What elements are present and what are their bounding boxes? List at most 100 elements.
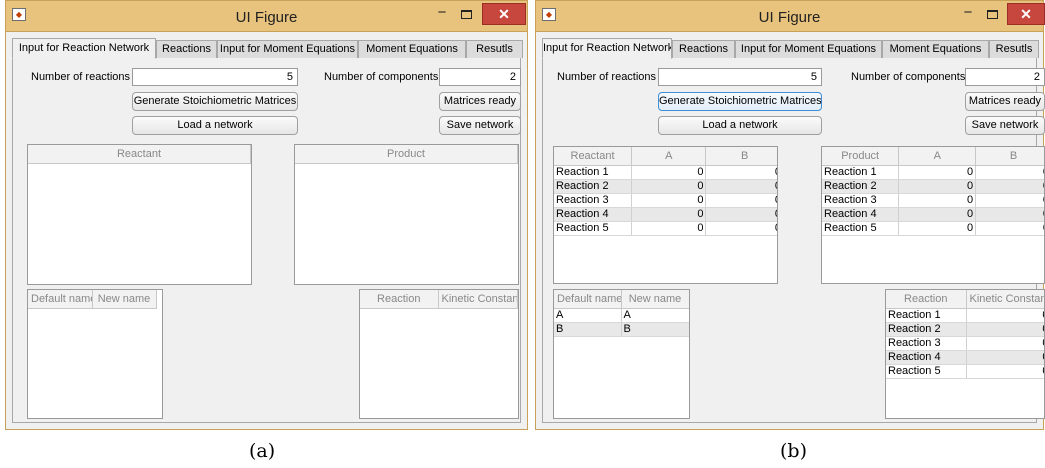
title-bar[interactable]: ◆ UI Figure − ✕ [6,1,527,32]
cell-value[interactable]: 0 [975,193,1044,208]
close-button[interactable]: ✕ [1007,3,1045,25]
cell-value[interactable]: 0 [631,207,707,222]
num-reactions-label: Number of reactions [31,71,131,83]
load-network-button[interactable]: Load a network [658,116,822,135]
cell-value[interactable]: 0 [898,165,977,180]
tab-panel: Number of reactions 5 Number of componen… [542,58,1045,423]
kinetic-constant-cell[interactable]: 0 [966,350,1044,365]
table-row[interactable]: Reaction 500 [554,221,777,236]
load-network-button[interactable]: Load a network [132,116,298,135]
table-row[interactable]: Reaction 500 [822,221,1044,236]
close-button[interactable]: ✕ [482,3,526,25]
table-row[interactable]: Reaction 30 [886,336,1044,351]
maximize-button[interactable] [979,5,1005,25]
save-network-button[interactable]: Save network [439,116,521,135]
cell-value[interactable]: 0 [975,221,1044,236]
tab-bar: Input for Reaction Network Reactions Inp… [12,38,523,59]
row-label: Reaction 4 [886,350,967,365]
row-label: Reaction 2 [554,179,633,194]
table-row[interactable]: Reaction 400 [554,207,777,222]
cell-value[interactable]: 0 [631,193,707,208]
kinetic-constants-table[interactable]: Reaction Kinetic Constant [359,289,519,419]
table-row[interactable]: Reaction 300 [554,193,777,208]
num-reactions-input[interactable]: 5 [658,68,822,86]
cell-value[interactable]: 0 [898,221,977,236]
num-components-label: Number of components [324,71,439,83]
reactant-table[interactable]: Reactant A B Reaction 100 Reaction 200 R… [553,146,778,284]
kinetic-constant-cell[interactable]: 0 [966,336,1044,351]
minimize-button[interactable]: − [956,5,980,25]
row-label: Reaction 1 [554,165,633,180]
num-reactions-label: Number of reactions [557,71,657,83]
num-components-input[interactable]: 2 [439,68,521,86]
default-name-header: Default name [554,290,622,309]
title-bar[interactable]: ◆ UI Figure − ✕ [536,1,1045,32]
tab-reactions[interactable]: Reactions [672,40,735,58]
table-row[interactable]: Reaction 50 [886,364,1044,379]
new-name-cell[interactable]: B [621,322,689,337]
species-names-table[interactable]: Default name New name AA BB [553,289,690,419]
cell-value[interactable]: 0 [898,179,977,194]
tab-moment-equations[interactable]: Moment Equations [358,40,466,58]
cell-value[interactable]: 0 [705,193,777,208]
cell-value[interactable]: 0 [898,207,977,222]
species-b-header: B [705,147,777,166]
reactant-header: Reactant [554,147,633,166]
caption-a: (a) [249,440,276,462]
tab-results[interactable]: Resutls [466,40,523,58]
product-table[interactable]: Product A B Reaction 100 Reaction 200 Re… [821,146,1045,284]
cell-value[interactable]: 0 [631,179,707,194]
table-row[interactable]: Reaction 20 [886,322,1044,337]
num-components-input[interactable]: 2 [965,68,1045,86]
num-reactions-input[interactable]: 5 [132,68,298,86]
cell-value[interactable]: 0 [975,165,1044,180]
cell-value[interactable]: 0 [898,193,977,208]
tab-input-moment-equations[interactable]: Input for Moment Equations [217,40,358,58]
new-name-cell[interactable]: A [621,308,689,323]
row-label: Reaction 2 [886,322,967,337]
product-table[interactable]: Product [294,144,519,285]
table-row[interactable]: Reaction 100 [554,165,777,180]
table-row[interactable]: BB [554,322,689,337]
tab-input-reaction-network[interactable]: Input for Reaction Network [542,38,672,59]
tab-moment-equations[interactable]: Moment Equations [882,40,989,58]
table-row[interactable]: Reaction 300 [822,193,1044,208]
species-names-table[interactable]: Default name New name [27,289,163,419]
kinetic-constants-table[interactable]: Reaction Kinetic Constant Reaction 10 Re… [885,289,1045,419]
table-row[interactable]: Reaction 200 [554,179,777,194]
table-row[interactable]: AA [554,308,689,323]
generate-stoichiometric-matrices-button[interactable]: Generate Stoichiometric Matrices [132,92,298,111]
kinetic-constant-cell[interactable]: 0 [966,364,1044,379]
cell-value[interactable]: 0 [705,207,777,222]
matrices-ready-button[interactable]: Matrices ready [965,92,1045,111]
row-label: Reaction 1 [886,308,967,323]
row-label: Reaction 5 [886,364,967,379]
save-network-button[interactable]: Save network [965,116,1045,135]
table-row[interactable]: Reaction 10 [886,308,1044,323]
cell-value[interactable]: 0 [705,221,777,236]
cell-value[interactable]: 0 [631,221,707,236]
table-row[interactable]: Reaction 40 [886,350,1044,365]
cell-value[interactable]: 0 [975,207,1044,222]
table-row[interactable]: Reaction 400 [822,207,1044,222]
kinetic-constant-cell[interactable]: 0 [966,322,1044,337]
table-row[interactable]: Reaction 200 [822,179,1044,194]
maximize-button[interactable] [453,5,479,25]
cell-value[interactable]: 0 [631,165,707,180]
matrices-ready-button[interactable]: Matrices ready [439,92,521,111]
cell-value[interactable]: 0 [975,179,1044,194]
kinetic-constant-cell[interactable]: 0 [966,308,1044,323]
table-row[interactable]: Reaction 100 [822,165,1044,180]
tab-results[interactable]: Resutls [989,40,1039,58]
product-header: Product [295,145,518,164]
minimize-button[interactable]: − [430,5,454,25]
cell-value[interactable]: 0 [705,165,777,180]
tab-reactions[interactable]: Reactions [156,40,217,58]
tab-input-moment-equations[interactable]: Input for Moment Equations [735,40,882,58]
generate-stoichiometric-matrices-button[interactable]: Generate Stoichiometric Matrices [658,92,822,111]
row-label: Reaction 3 [886,336,967,351]
window-a: ◆ UI Figure − ✕ Input for Reaction Netwo… [5,0,528,430]
cell-value[interactable]: 0 [705,179,777,194]
tab-input-reaction-network[interactable]: Input for Reaction Network [12,38,156,59]
reactant-table[interactable]: Reactant [27,144,252,285]
